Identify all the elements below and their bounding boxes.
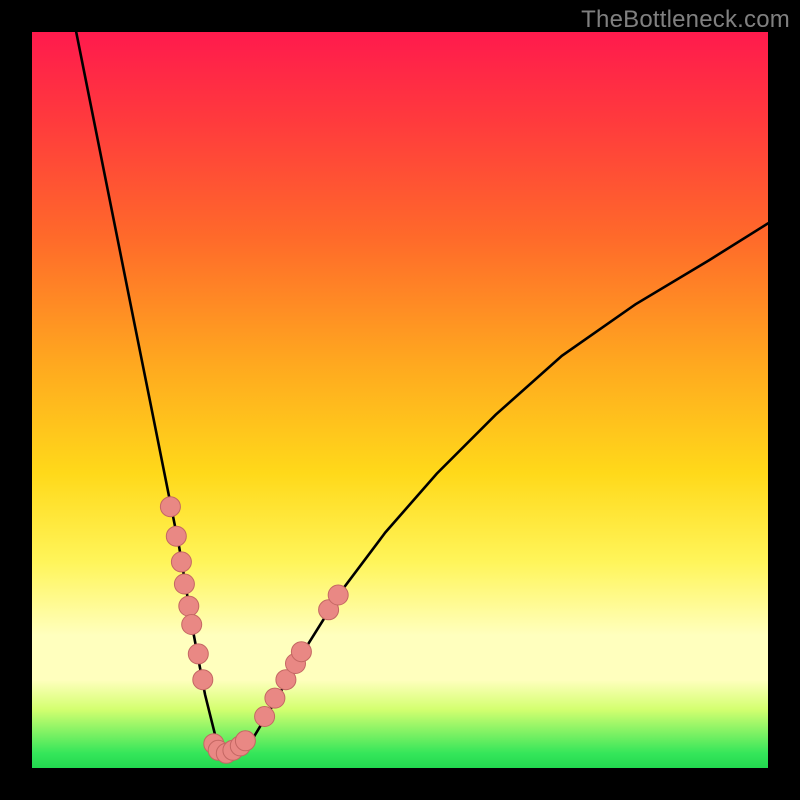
data-point	[193, 670, 213, 690]
outer-frame: TheBottleneck.com	[0, 0, 800, 800]
data-point	[179, 596, 199, 616]
data-point	[328, 585, 348, 605]
watermark-text: TheBottleneck.com	[581, 6, 790, 34]
data-point	[182, 615, 202, 635]
data-point	[291, 642, 311, 662]
plot-area	[32, 32, 768, 768]
data-point	[265, 688, 285, 708]
data-points-group	[160, 497, 348, 764]
data-point	[188, 644, 208, 664]
data-point	[174, 574, 194, 594]
data-point	[160, 497, 180, 517]
data-point	[171, 552, 191, 572]
data-point	[235, 731, 255, 751]
chart-overlay	[32, 32, 768, 768]
bottleneck-curve	[76, 32, 768, 753]
data-point	[166, 526, 186, 546]
data-point	[255, 707, 275, 727]
